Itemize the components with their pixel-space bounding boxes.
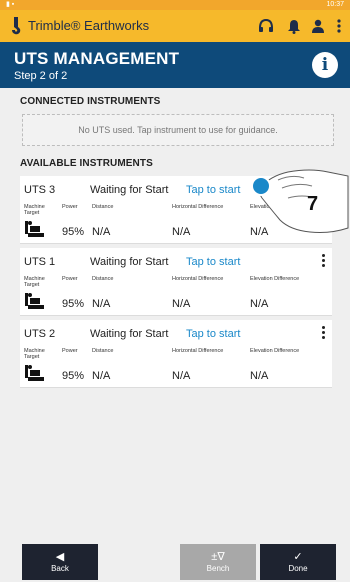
instrument-menu-icon[interactable]: [320, 254, 326, 270]
tap-to-start-link[interactable]: Tap to start: [186, 256, 240, 268]
available-instruments-heading: AVAILABLE INSTRUMENTS: [20, 158, 153, 169]
user-icon[interactable]: [310, 18, 326, 34]
instrument-card-uts-1[interactable]: UTS 1 Waiting for Start Tap to start Mac…: [20, 248, 332, 316]
elevation-difference-value: N/A: [250, 298, 269, 310]
instrument-name: UTS 3: [24, 184, 56, 196]
app-title: Trimble® Earthworks: [28, 18, 150, 33]
power-label: Power: [62, 204, 78, 210]
bench-button[interactable]: ±∇ Bench: [180, 544, 256, 580]
app-bar: Trimble® Earthworks: [0, 10, 350, 42]
back-label: Back: [51, 564, 69, 573]
horizontal-difference-value: N/A: [172, 226, 191, 238]
tap-to-start-link[interactable]: Tap to start: [186, 328, 240, 340]
elevation-difference-label: Elevation Difference: [250, 348, 300, 354]
instrument-status: Waiting for Start: [90, 184, 169, 196]
power-value: 95%: [62, 370, 85, 382]
horizontal-difference-label: Horizontal Difference: [172, 348, 224, 354]
tap-hand-callout: 7: [251, 169, 349, 233]
checkmark-icon: ✓: [293, 551, 303, 563]
horizontal-difference-value: N/A: [172, 298, 191, 310]
power-label: Power: [62, 348, 78, 354]
tap-to-start-link[interactable]: Tap to start: [186, 184, 240, 196]
bench-icon: ±∇: [211, 551, 225, 563]
distance-label: Distance: [92, 348, 114, 354]
horizontal-difference-value: N/A: [172, 370, 191, 382]
elevation-difference-value: N/A: [250, 370, 269, 382]
app-screen: ▮ ▪ 10:37 Trimble® Earthworks UTS MANAGE…: [0, 0, 350, 582]
step-indicator: Step 2 of 2: [14, 70, 68, 82]
power-value: 95%: [62, 226, 85, 238]
power-label: Power: [62, 276, 78, 282]
page-header: UTS MANAGEMENT Step 2 of 2 i: [0, 42, 350, 88]
more-vertical-icon[interactable]: [334, 18, 344, 34]
footer-bar: ◀ Back ±∇ Bench ✓ Done: [0, 536, 350, 582]
done-button[interactable]: ✓ Done: [260, 544, 336, 580]
machine-target-icon: [25, 293, 44, 309]
status-bar: ▮ ▪ 10:37: [0, 0, 350, 10]
notification-icons: ▮ ▪: [6, 1, 15, 8]
info-icon[interactable]: i: [312, 52, 338, 78]
trimble-logo-icon: [12, 17, 21, 35]
bell-icon[interactable]: [286, 18, 302, 34]
horizontal-difference-label: Horizontal Difference: [172, 276, 224, 282]
back-arrow-icon: ◀: [55, 551, 65, 563]
instrument-name: UTS 1: [24, 256, 56, 268]
machine-target-icon: [25, 365, 44, 381]
machine-target-label: Machine Target: [24, 204, 45, 216]
power-value: 95%: [62, 298, 85, 310]
elevation-difference-label: Elevation Difference: [250, 276, 300, 282]
distance-value: N/A: [92, 226, 111, 238]
bench-label: Bench: [206, 564, 230, 573]
machine-target-icon: [25, 221, 44, 237]
machine-target-label: Machine Target: [24, 348, 45, 360]
instrument-status: Waiting for Start: [90, 328, 169, 340]
distance-label: Distance: [92, 276, 114, 282]
connected-instruments-heading: CONNECTED INSTRUMENTS: [20, 96, 161, 107]
clock: 10:37: [326, 1, 344, 8]
machine-target-label: Machine Target: [24, 276, 45, 288]
distance-value: N/A: [92, 298, 111, 310]
instrument-card-uts-2[interactable]: UTS 2 Waiting for Start Tap to start Mac…: [20, 320, 332, 388]
headset-icon[interactable]: [258, 18, 274, 34]
instrument-name: UTS 2: [24, 328, 56, 340]
distance-value: N/A: [92, 370, 111, 382]
instrument-menu-icon[interactable]: [320, 326, 326, 342]
page-title: UTS MANAGEMENT: [14, 49, 180, 68]
instrument-status: Waiting for Start: [90, 256, 169, 268]
distance-label: Distance: [92, 204, 114, 210]
connected-instruments-dropzone: No UTS used. Tap instrument to use for g…: [22, 114, 334, 146]
callout-number: 7: [307, 193, 318, 215]
done-label: Done: [288, 564, 308, 573]
back-button[interactable]: ◀ Back: [22, 544, 98, 580]
horizontal-difference-label: Horizontal Difference: [172, 204, 224, 210]
